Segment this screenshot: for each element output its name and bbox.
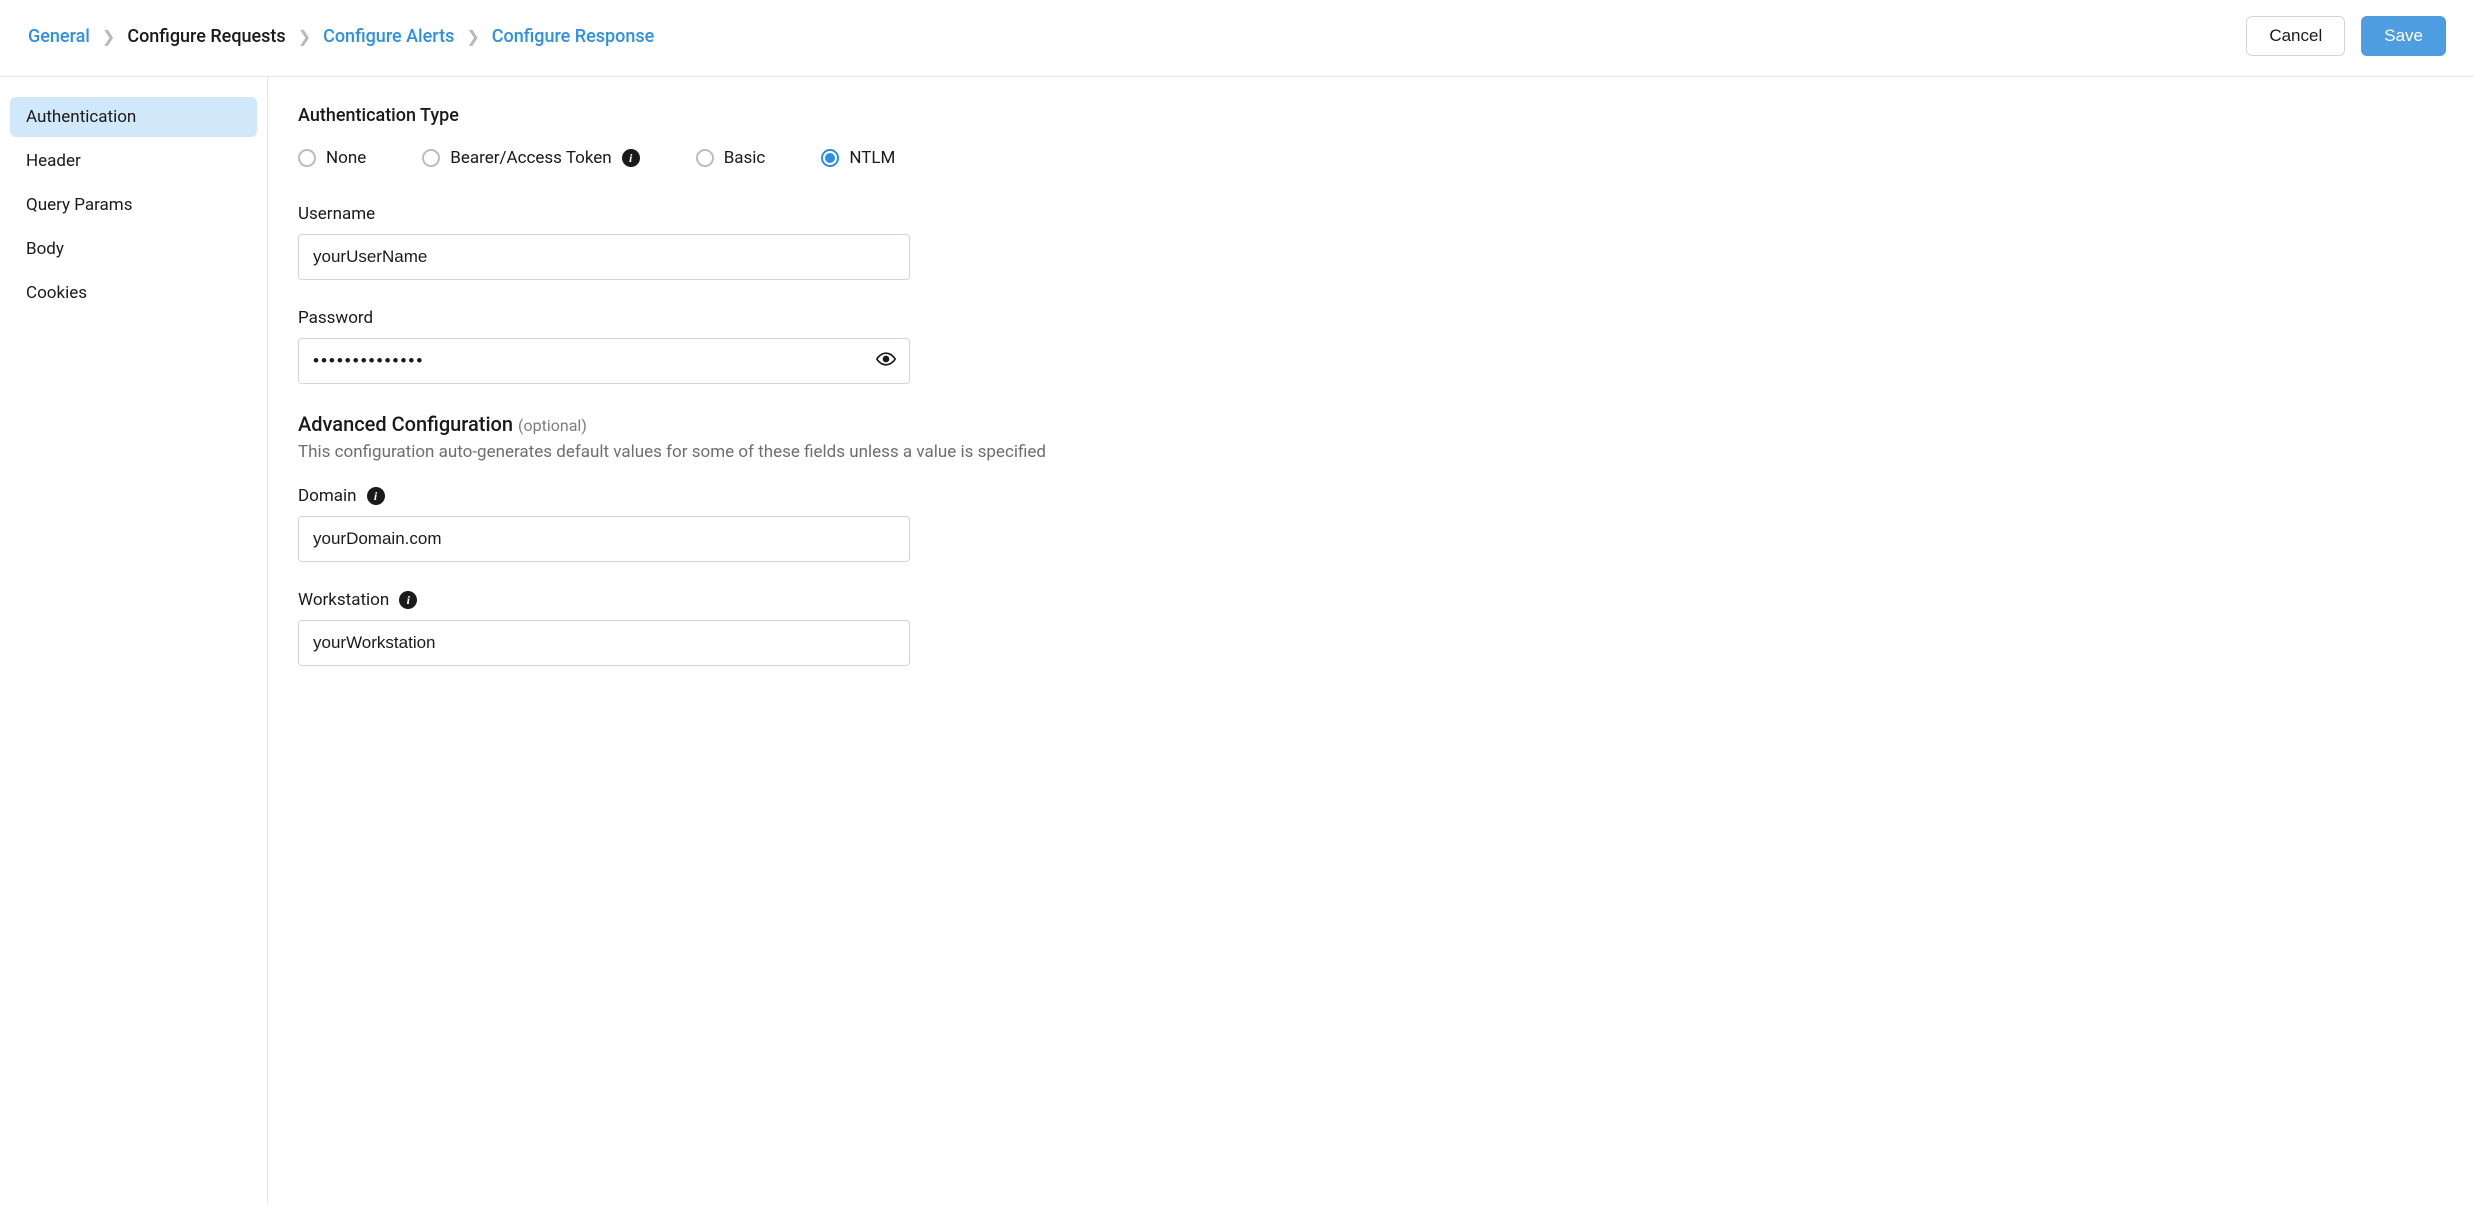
advanced-title-text: Advanced Configuration	[298, 412, 513, 436]
main-layout: Authentication Header Query Params Body …	[0, 77, 2474, 1203]
sidebar-item-query-params[interactable]: Query Params	[10, 185, 257, 225]
auth-option-label: Basic	[724, 148, 766, 168]
cancel-button[interactable]: Cancel	[2246, 16, 2345, 56]
breadcrumb: General ❯ Configure Requests ❯ Configure…	[28, 26, 654, 47]
radio-icon	[298, 149, 316, 167]
sidebar-item-authentication[interactable]: Authentication	[10, 97, 257, 137]
breadcrumb-configure-requests[interactable]: Configure Requests	[127, 26, 285, 47]
password-field-block: Password	[298, 308, 2444, 384]
domain-label-text: Domain	[298, 486, 357, 506]
workstation-label: Workstation i	[298, 590, 2444, 610]
advanced-description: This configuration auto-generates defaul…	[298, 442, 2444, 462]
sidebar-item-body[interactable]: Body	[10, 229, 257, 269]
breadcrumb-configure-alerts[interactable]: Configure Alerts	[323, 26, 454, 47]
domain-input[interactable]	[298, 516, 910, 562]
save-button[interactable]: Save	[2361, 16, 2446, 56]
auth-option-basic[interactable]: Basic	[696, 148, 766, 168]
content: Authentication Type None Bearer/Access T…	[268, 77, 2474, 1203]
workstation-field-block: Workstation i	[298, 590, 2444, 666]
advanced-configuration-title: Advanced Configuration (optional)	[298, 412, 2444, 436]
action-buttons: Cancel Save	[2246, 16, 2446, 56]
username-input[interactable]	[298, 234, 910, 280]
auth-option-ntlm[interactable]: NTLM	[821, 148, 895, 168]
chevron-right-icon: ❯	[298, 27, 311, 46]
info-icon[interactable]: i	[622, 149, 640, 167]
info-icon[interactable]: i	[399, 591, 417, 609]
auth-option-label: NTLM	[849, 148, 895, 168]
info-icon[interactable]: i	[367, 487, 385, 505]
advanced-optional-text: (optional)	[518, 416, 587, 435]
chevron-right-icon: ❯	[466, 27, 479, 46]
sidebar: Authentication Header Query Params Body …	[0, 77, 268, 1203]
sidebar-item-cookies[interactable]: Cookies	[10, 273, 257, 313]
radio-icon	[821, 149, 839, 167]
auth-option-label: None	[326, 148, 366, 168]
password-label: Password	[298, 308, 2444, 328]
chevron-right-icon: ❯	[102, 27, 115, 46]
auth-option-bearer[interactable]: Bearer/Access Token i	[422, 148, 639, 168]
domain-field-block: Domain i	[298, 486, 2444, 562]
auth-option-none[interactable]: None	[298, 148, 366, 168]
username-field-block: Username	[298, 204, 2444, 280]
topbar: General ❯ Configure Requests ❯ Configure…	[0, 0, 2474, 77]
auth-type-title: Authentication Type	[298, 105, 2444, 126]
workstation-input[interactable]	[298, 620, 910, 666]
domain-label: Domain i	[298, 486, 2444, 506]
auth-option-label: Bearer/Access Token	[450, 148, 611, 168]
breadcrumb-general[interactable]: General	[28, 26, 90, 47]
radio-icon	[422, 149, 440, 167]
breadcrumb-configure-response[interactable]: Configure Response	[492, 26, 655, 47]
password-input[interactable]	[298, 338, 910, 384]
auth-type-options: None Bearer/Access Token i Basic NTLM	[298, 148, 2444, 168]
username-label: Username	[298, 204, 2444, 224]
sidebar-item-header[interactable]: Header	[10, 141, 257, 181]
eye-icon[interactable]	[876, 352, 896, 370]
workstation-label-text: Workstation	[298, 590, 389, 610]
radio-icon	[696, 149, 714, 167]
